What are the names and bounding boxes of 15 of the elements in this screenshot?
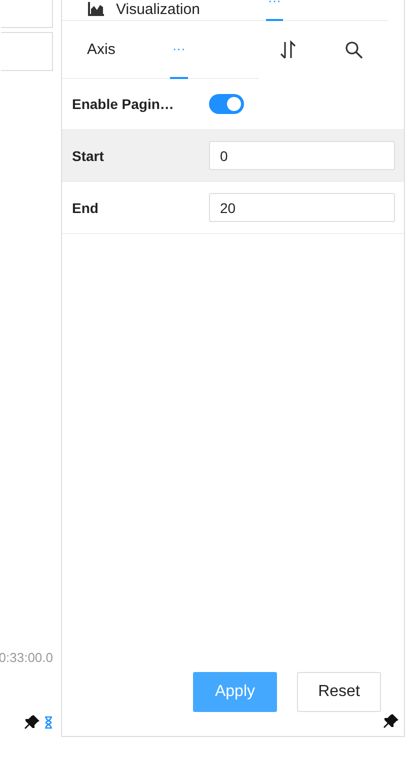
- area-chart-icon: [88, 2, 104, 16]
- pin-icon[interactable]: [383, 713, 400, 729]
- sort-icon[interactable]: [279, 40, 297, 60]
- visualization-tab[interactable]: Visualization: [88, 0, 258, 19]
- toggle-switch[interactable]: [209, 94, 244, 114]
- input-field[interactable]: 0: [209, 141, 395, 170]
- axis-tab[interactable]: Axis: [85, 20, 118, 78]
- setting-label: Start: [72, 148, 105, 164]
- setting-label: End: [72, 200, 100, 216]
- input-field[interactable]: 20: [209, 193, 395, 222]
- pin-icon[interactable]: [24, 714, 41, 730]
- search-icon[interactable]: [345, 40, 363, 58]
- hourglass-icon[interactable]: [44, 716, 53, 728]
- reset-button[interactable]: Reset: [297, 672, 381, 712]
- setting-label: Enable Pagin…: [72, 96, 175, 112]
